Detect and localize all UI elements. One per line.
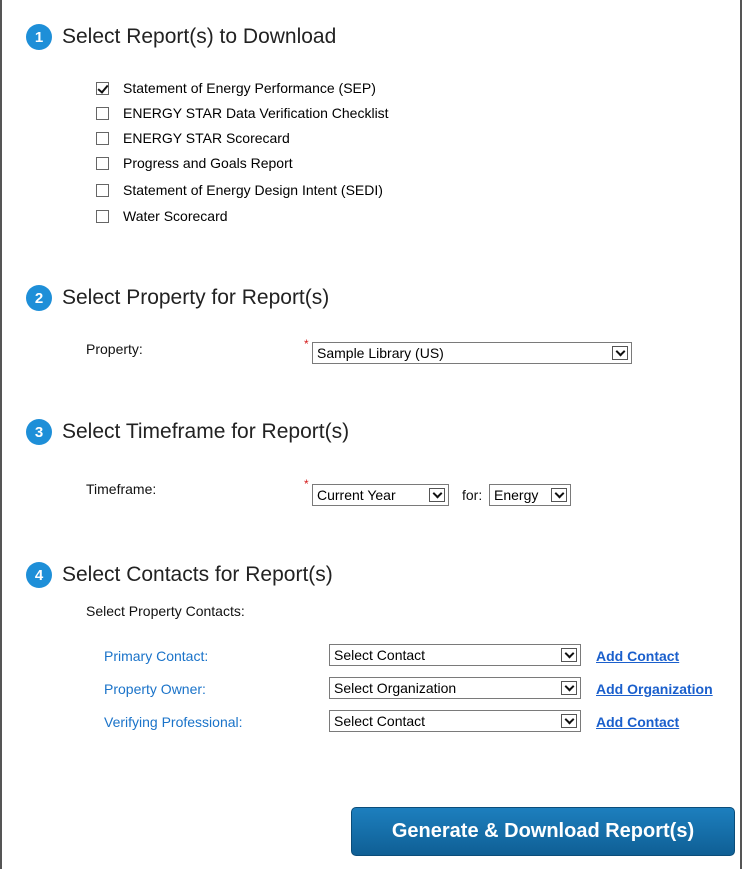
sedi-checkbox[interactable]: [96, 183, 109, 197]
step-2-badge: 2: [26, 285, 52, 311]
report-label: Statement of Energy Performance (SEP): [123, 80, 376, 96]
property-label: Property:: [86, 341, 143, 357]
primary-contact-value: Select Contact: [334, 647, 426, 663]
report-option-dvc[interactable]: ENERGY STAR Data Verification Checklist: [96, 105, 389, 121]
property-select-value: Sample Library (US): [317, 345, 444, 361]
add-organization-link[interactable]: Add Organization: [596, 681, 713, 697]
report-label: ENERGY STAR Scorecard: [123, 130, 290, 146]
timeframe-label: Timeframe:: [86, 481, 157, 497]
property-select[interactable]: Sample Library (US): [312, 342, 632, 364]
chevron-down-icon: [429, 488, 445, 502]
timeframe-select[interactable]: Current Year: [312, 484, 449, 506]
report-label: Water Scorecard: [123, 208, 228, 224]
resource-select-value: Energy: [494, 487, 539, 503]
for-label: for:: [462, 487, 483, 503]
verifying-professional-label: Verifying Professional:: [104, 714, 243, 730]
primary-contact-select[interactable]: Select Contact: [329, 644, 581, 666]
required-marker: *: [304, 337, 309, 351]
report-option-sedi[interactable]: Statement of Energy Design Intent (SEDI): [96, 182, 383, 198]
step-3-badge: 3: [26, 419, 52, 445]
chevron-down-icon: [561, 714, 577, 728]
chevron-down-icon: [551, 488, 567, 502]
chevron-down-icon: [612, 346, 628, 360]
resource-select[interactable]: Energy: [489, 484, 571, 506]
chevron-down-icon: [561, 681, 577, 695]
water-checkbox[interactable]: [96, 209, 109, 223]
property-owner-value: Select Organization: [334, 680, 457, 696]
chevron-down-icon: [561, 648, 577, 662]
contacts-subtitle: Select Property Contacts:: [86, 603, 245, 619]
report-option-scorecard[interactable]: ENERGY STAR Scorecard: [96, 130, 290, 146]
required-marker: *: [304, 477, 309, 491]
report-option-progress[interactable]: Progress and Goals Report: [96, 155, 293, 171]
step-1-badge: 1: [26, 24, 52, 50]
verifying-professional-select[interactable]: Select Contact: [329, 710, 581, 732]
report-option-sep[interactable]: Statement of Energy Performance (SEP): [96, 80, 376, 96]
report-option-water[interactable]: Water Scorecard: [96, 208, 228, 224]
verifying-professional-value: Select Contact: [334, 713, 426, 729]
primary-contact-label: Primary Contact:: [104, 648, 209, 664]
step-4-badge: 4: [26, 562, 52, 588]
report-label: Progress and Goals Report: [123, 155, 293, 171]
dvc-checkbox[interactable]: [96, 106, 109, 120]
step-4-header: 4 Select Contacts for Report(s): [26, 562, 333, 588]
step-1-header: 1 Select Report(s) to Download: [26, 24, 336, 50]
report-label: Statement of Energy Design Intent (SEDI): [123, 182, 383, 198]
sep-checkbox[interactable]: [96, 81, 109, 95]
step-2-title: Select Property for Report(s): [62, 286, 330, 309]
step-1-title: Select Report(s) to Download: [62, 25, 337, 48]
step-2-header: 2 Select Property for Report(s): [26, 285, 329, 311]
report-label: ENERGY STAR Data Verification Checklist: [123, 105, 389, 121]
step-4-title: Select Contacts for Report(s): [62, 563, 333, 586]
scorecard-checkbox[interactable]: [96, 131, 109, 145]
timeframe-select-value: Current Year: [317, 487, 396, 503]
generate-download-button[interactable]: Generate & Download Report(s): [351, 807, 735, 856]
add-contact-link[interactable]: Add Contact: [596, 714, 679, 730]
add-contact-link[interactable]: Add Contact: [596, 648, 679, 664]
progress-checkbox[interactable]: [96, 156, 109, 170]
property-owner-select[interactable]: Select Organization: [329, 677, 581, 699]
step-3-header: 3 Select Timeframe for Report(s): [26, 419, 349, 445]
step-3-title: Select Timeframe for Report(s): [62, 420, 350, 443]
property-owner-label: Property Owner:: [104, 681, 206, 697]
